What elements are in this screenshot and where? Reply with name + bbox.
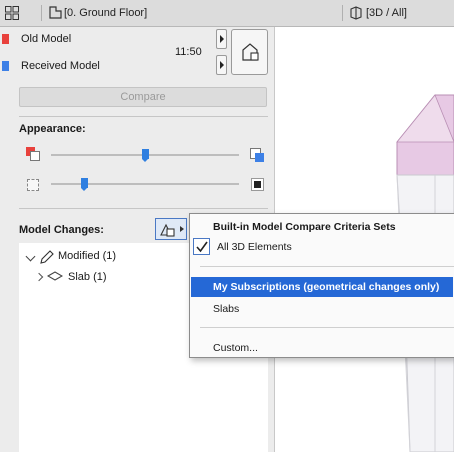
- menu-separator: [200, 327, 454, 328]
- menu-item-label: All 3D Elements: [217, 241, 292, 253]
- menu-item-label: Slabs: [213, 303, 240, 315]
- model-changes-heading: Model Changes:: [19, 224, 104, 236]
- divider: [19, 116, 268, 117]
- menu-item-slabs[interactable]: Slabs: [191, 299, 453, 319]
- menu-item-custom[interactable]: Custom...: [191, 338, 453, 356]
- filter-shapes-icon: [160, 223, 175, 237]
- floor-tab-label[interactable]: [0. Ground Floor]: [64, 0, 147, 26]
- collapsed-chevron-icon[interactable]: [34, 272, 44, 282]
- expanded-chevron-icon[interactable]: [25, 251, 36, 262]
- divider: [342, 5, 343, 21]
- divider: [41, 5, 42, 21]
- tree-item-modified[interactable]: Modified (1): [58, 250, 116, 262]
- compare-button[interactable]: Compare: [19, 87, 267, 107]
- old-model-select-arrow[interactable]: [216, 29, 227, 49]
- divider: [19, 208, 268, 209]
- solid-box-icon: [251, 178, 264, 191]
- old-model-opacity-slider[interactable]: [141, 149, 149, 162]
- top-bar: [0. Ground Floor] [3D / All]: [0, 0, 454, 27]
- model-swap-icon: [242, 43, 259, 61]
- highlight-opacity-slider[interactable]: [81, 178, 89, 191]
- old-model-color-icon: [0, 31, 18, 45]
- menu-item-label: Custom...: [213, 342, 258, 354]
- timestamp: 11:50: [175, 46, 202, 58]
- old-model-opacity-icon: [26, 147, 40, 161]
- menu-header: Built-in Model Compare Criteria Sets: [213, 221, 396, 233]
- received-model-color-icon: [0, 58, 18, 72]
- 3d-tab-label[interactable]: [3D / All]: [366, 0, 407, 26]
- floor-plan-icon: [49, 6, 62, 19]
- highlight-opacity-track[interactable]: [51, 183, 239, 185]
- received-model-select-arrow[interactable]: [216, 55, 227, 75]
- menu-separator: [200, 266, 454, 267]
- transparent-box-icon: [27, 179, 39, 191]
- checkmark-icon: [196, 241, 208, 253]
- pencil-icon: [40, 250, 54, 264]
- menu-item-all-3d-elements[interactable]: All 3D Elements: [191, 236, 453, 258]
- old-model-label: Old Model: [21, 33, 72, 45]
- tree-item-slab[interactable]: Slab (1): [68, 271, 107, 283]
- 3d-view-icon: [349, 6, 363, 20]
- received-model-label: Received Model: [21, 60, 100, 72]
- chevron-right-icon: [180, 226, 184, 232]
- grid-view-icon[interactable]: [5, 6, 19, 20]
- swap-models-button[interactable]: [231, 29, 268, 75]
- menu-item-label: My Subscriptions (geometrical changes on…: [213, 281, 440, 293]
- slab-icon: [47, 271, 63, 281]
- checkbox-icon: [193, 238, 210, 255]
- criteria-set-button[interactable]: [155, 218, 187, 240]
- old-model-fill-icon: [250, 148, 264, 162]
- appearance-heading: Appearance:: [19, 123, 86, 135]
- menu-item-my-subscriptions[interactable]: My Subscriptions (geometrical changes on…: [191, 277, 453, 297]
- criteria-sets-menu: Built-in Model Compare Criteria Sets All…: [189, 213, 454, 358]
